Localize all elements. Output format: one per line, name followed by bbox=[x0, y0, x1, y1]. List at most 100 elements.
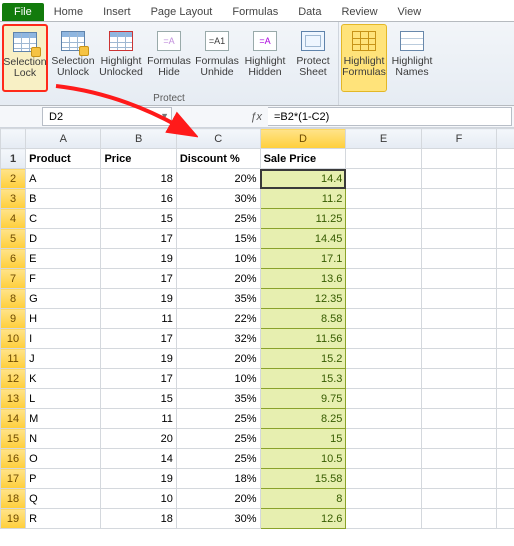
cell[interactable] bbox=[497, 489, 514, 509]
cell[interactable] bbox=[497, 429, 514, 449]
formulas-hide-button[interactable]: =A Formulas Hide bbox=[146, 24, 192, 92]
col-header-A[interactable]: A bbox=[26, 129, 101, 149]
highlight-names-button[interactable]: Highlight Names bbox=[389, 24, 435, 92]
cell[interactable]: 17 bbox=[101, 269, 176, 289]
select-all-corner[interactable] bbox=[1, 129, 26, 149]
tab-home[interactable]: Home bbox=[44, 3, 93, 21]
cell[interactable]: 8.58 bbox=[260, 309, 346, 329]
row-header[interactable]: 18 bbox=[1, 489, 26, 509]
cell[interactable] bbox=[421, 309, 496, 329]
cell[interactable] bbox=[421, 189, 496, 209]
cell[interactable]: Price bbox=[101, 149, 176, 169]
cell[interactable]: 11.25 bbox=[260, 209, 346, 229]
cell[interactable] bbox=[346, 149, 421, 169]
cell[interactable]: 15% bbox=[176, 229, 260, 249]
tab-view[interactable]: View bbox=[388, 3, 432, 21]
cell[interactable] bbox=[421, 449, 496, 469]
col-header-D[interactable]: D bbox=[260, 129, 346, 149]
row-header[interactable]: 9 bbox=[1, 309, 26, 329]
cell[interactable]: Sale Price bbox=[260, 149, 346, 169]
formula-input[interactable]: =B2*(1-C2) bbox=[268, 107, 512, 126]
cell[interactable]: H bbox=[26, 309, 101, 329]
row-header[interactable]: 16 bbox=[1, 449, 26, 469]
cell[interactable] bbox=[421, 209, 496, 229]
cell[interactable]: 20% bbox=[176, 169, 260, 189]
cell[interactable]: 22% bbox=[176, 309, 260, 329]
tab-data[interactable]: Data bbox=[288, 3, 331, 21]
cell[interactable]: 17.1 bbox=[260, 249, 346, 269]
tab-insert[interactable]: Insert bbox=[93, 3, 141, 21]
cell[interactable]: N bbox=[26, 429, 101, 449]
cell[interactable] bbox=[346, 369, 421, 389]
row-header[interactable]: 11 bbox=[1, 349, 26, 369]
cell[interactable]: 11 bbox=[101, 309, 176, 329]
cell[interactable] bbox=[346, 489, 421, 509]
cell[interactable]: 17 bbox=[101, 229, 176, 249]
cell[interactable]: G bbox=[26, 289, 101, 309]
cell[interactable] bbox=[497, 169, 514, 189]
cell[interactable]: 15.3 bbox=[260, 369, 346, 389]
cell[interactable]: 35% bbox=[176, 389, 260, 409]
cell[interactable]: 14.45 bbox=[260, 229, 346, 249]
row-header[interactable]: 14 bbox=[1, 409, 26, 429]
row-header[interactable]: 6 bbox=[1, 249, 26, 269]
fx-icon[interactable]: ƒx bbox=[172, 106, 268, 127]
cell[interactable]: 11.56 bbox=[260, 329, 346, 349]
cell[interactable]: 25% bbox=[176, 429, 260, 449]
cell[interactable]: 32% bbox=[176, 329, 260, 349]
row-header[interactable]: 12 bbox=[1, 369, 26, 389]
cell[interactable] bbox=[497, 389, 514, 409]
cell[interactable]: 30% bbox=[176, 509, 260, 529]
tab-review[interactable]: Review bbox=[331, 3, 387, 21]
cell[interactable] bbox=[497, 329, 514, 349]
cell[interactable]: 10% bbox=[176, 369, 260, 389]
col-header-E[interactable]: E bbox=[346, 129, 421, 149]
cell[interactable]: 17 bbox=[101, 329, 176, 349]
cell[interactable]: 17 bbox=[101, 369, 176, 389]
cell[interactable]: 15 bbox=[101, 209, 176, 229]
cell[interactable]: 18% bbox=[176, 469, 260, 489]
selection-lock-button[interactable]: Selection Lock bbox=[2, 24, 48, 92]
cell[interactable] bbox=[421, 469, 496, 489]
cell[interactable] bbox=[346, 289, 421, 309]
cell[interactable] bbox=[346, 189, 421, 209]
cell[interactable] bbox=[346, 349, 421, 369]
cell[interactable] bbox=[346, 389, 421, 409]
cell[interactable]: 12.6 bbox=[260, 509, 346, 529]
cell[interactable] bbox=[497, 309, 514, 329]
row-header[interactable]: 3 bbox=[1, 189, 26, 209]
cell[interactable] bbox=[497, 269, 514, 289]
row-header[interactable]: 13 bbox=[1, 389, 26, 409]
cell[interactable]: M bbox=[26, 409, 101, 429]
cell[interactable]: L bbox=[26, 389, 101, 409]
cell[interactable]: Product bbox=[26, 149, 101, 169]
row-header[interactable]: 19 bbox=[1, 509, 26, 529]
cell[interactable]: 11.2 bbox=[260, 189, 346, 209]
cell[interactable]: C bbox=[26, 209, 101, 229]
cell[interactable] bbox=[346, 329, 421, 349]
cell[interactable]: 13.6 bbox=[260, 269, 346, 289]
protect-sheet-button[interactable]: Protect Sheet bbox=[290, 24, 336, 92]
cell[interactable] bbox=[497, 209, 514, 229]
cell[interactable]: I bbox=[26, 329, 101, 349]
highlight-hidden-button[interactable]: =A Highlight Hidden bbox=[242, 24, 288, 92]
cell[interactable]: D bbox=[26, 229, 101, 249]
row-header[interactable]: 10 bbox=[1, 329, 26, 349]
cell[interactable]: P bbox=[26, 469, 101, 489]
cell[interactable] bbox=[346, 229, 421, 249]
cell[interactable]: 25% bbox=[176, 209, 260, 229]
cell[interactable]: 15 bbox=[101, 389, 176, 409]
cell[interactable] bbox=[346, 249, 421, 269]
name-box[interactable]: D2 ▼ bbox=[42, 107, 172, 126]
cell[interactable]: 15.2 bbox=[260, 349, 346, 369]
tab-formulas[interactable]: Formulas bbox=[222, 3, 288, 21]
cell[interactable] bbox=[497, 229, 514, 249]
chevron-down-icon[interactable]: ▼ bbox=[160, 111, 169, 121]
cell[interactable]: 19 bbox=[101, 249, 176, 269]
tab-file[interactable]: File bbox=[2, 3, 44, 21]
cell[interactable]: 16 bbox=[101, 189, 176, 209]
highlight-formulas-button[interactable]: Highlight Formulas bbox=[341, 24, 387, 92]
cell[interactable]: 10.5 bbox=[260, 449, 346, 469]
cell[interactable]: 19 bbox=[101, 349, 176, 369]
cell[interactable] bbox=[497, 189, 514, 209]
